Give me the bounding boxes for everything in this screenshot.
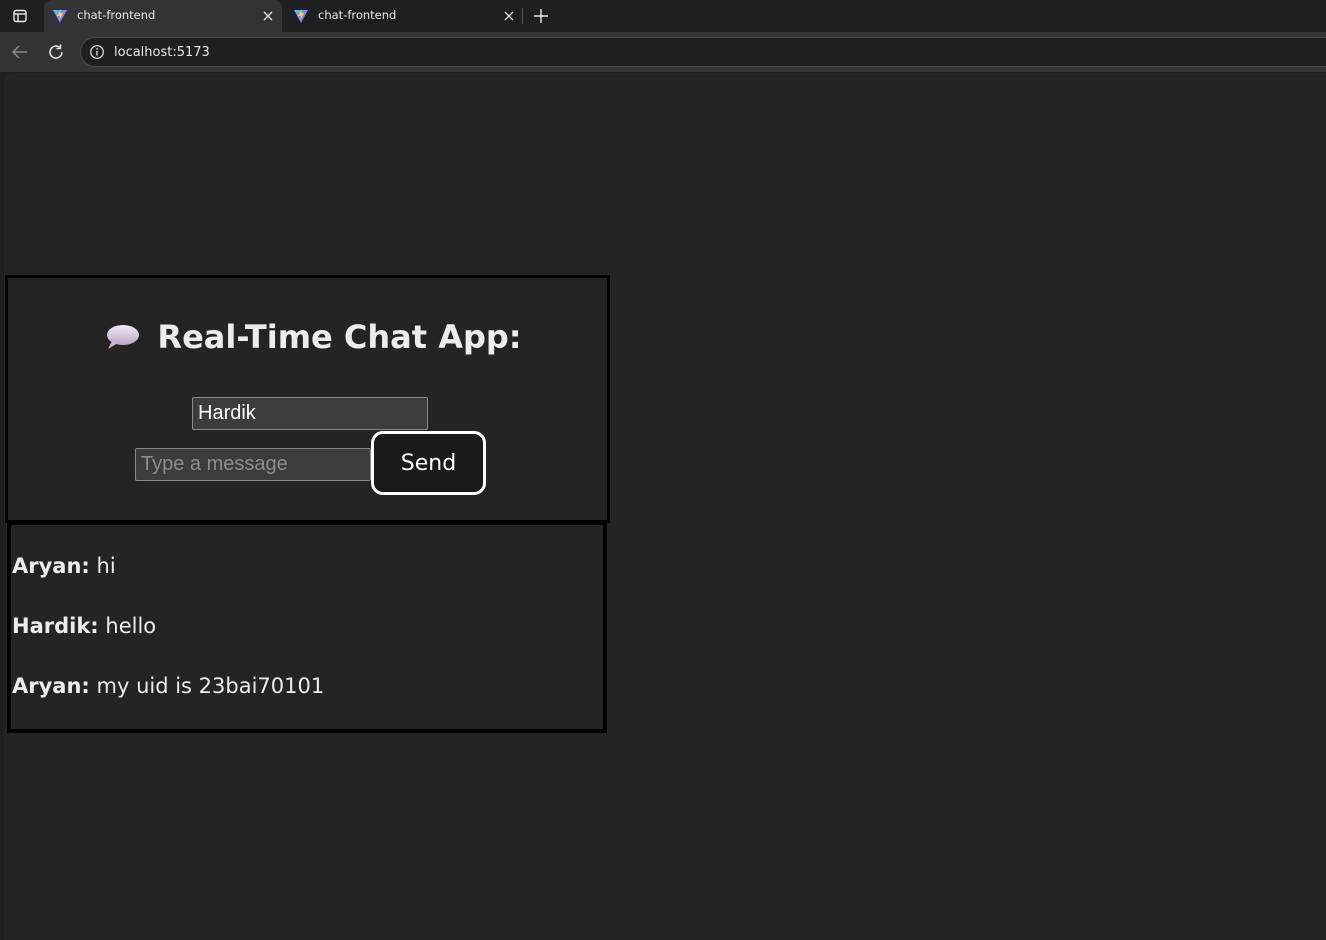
tab-separator [522,8,523,24]
chat-controls-panel: Real-Time Chat App: Send [5,275,610,523]
message-sender: Aryan: [12,674,90,698]
tab-close-icon[interactable] [501,8,517,24]
reload-button[interactable] [45,41,67,63]
plus-icon [534,9,548,23]
app-title: Real-Time Chat App: [8,318,613,356]
vite-favicon-icon [53,9,67,23]
message-item: Aryan: my uid is 23bai70101 [11,671,603,701]
tab-strip: chat-frontend chat-frontend [0,0,1326,32]
tab-actions-button[interactable] [8,5,32,27]
back-button[interactable] [9,41,31,63]
vite-favicon-icon [294,9,308,23]
message-item: Hardik: hello [11,611,603,641]
tab-close-icon[interactable] [260,8,276,24]
browser-toolbar: localhost:5173 [0,32,1326,72]
speech-bubble-icon [107,325,140,349]
new-tab-button[interactable] [530,5,552,27]
chat-app: Real-Time Chat App: Send Aryan: hi Hardi… [5,275,610,735]
tab-actions-icon [13,9,27,23]
message-text: my uid is 23bai70101 [96,674,325,698]
address-bar[interactable]: localhost:5173 [80,37,1326,67]
message-sender: Aryan: [12,554,90,578]
username-input[interactable] [192,397,428,430]
app-title-text: Real-Time Chat App: [157,318,522,356]
tab-chat-frontend[interactable]: chat-frontend [285,0,523,32]
message-text: hello [105,614,157,638]
back-arrow-icon [11,45,27,59]
messages-list: Aryan: hi Hardik: hello Aryan: my uid is… [7,521,607,733]
message-input[interactable] [135,448,371,481]
reload-icon [49,44,63,59]
message-sender: Hardik: [12,614,99,638]
tab-title: chat-frontend [318,8,397,22]
tab-chat-frontend-active[interactable]: chat-frontend [44,0,282,32]
page-viewport: Real-Time Chat App: Send Aryan: hi Hardi… [4,73,1326,940]
url-text: localhost:5173 [114,45,210,60]
message-text: hi [96,554,116,578]
send-button[interactable]: Send [371,431,486,495]
message-item: Aryan: hi [11,551,603,581]
tab-title: chat-frontend [77,8,156,22]
site-info-icon[interactable] [89,44,105,60]
